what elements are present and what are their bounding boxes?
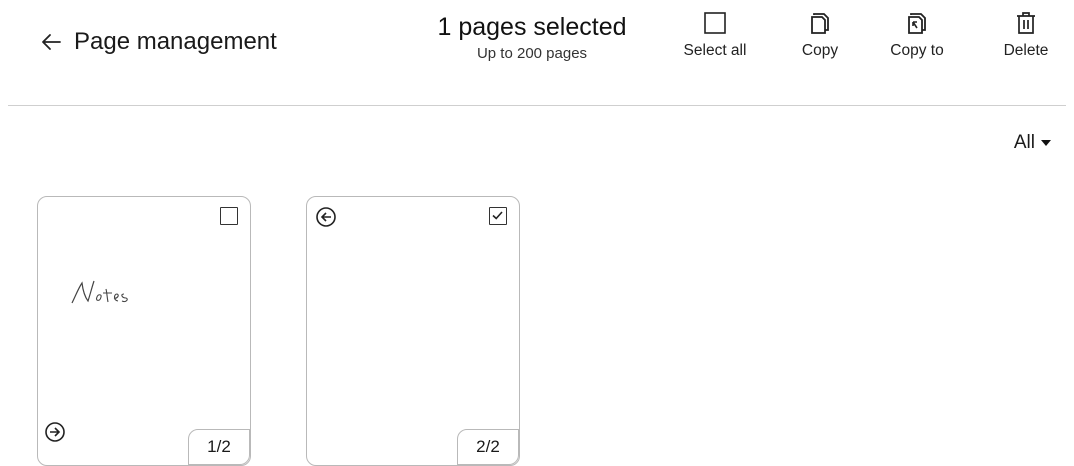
empty-checkbox-icon xyxy=(704,12,726,34)
copy-to-icon xyxy=(908,13,926,34)
page-number-badge: 1/2 xyxy=(188,429,250,465)
filter-dropdown[interactable]: All xyxy=(1014,132,1052,154)
header-divider xyxy=(8,105,1066,106)
page-number-badge: 2/2 xyxy=(457,429,519,465)
page-checkbox[interactable] xyxy=(220,207,238,225)
page-checkbox-checked[interactable] xyxy=(489,207,507,225)
next-page-arrow-icon[interactable] xyxy=(44,421,66,443)
checkmark-icon xyxy=(492,211,503,220)
copy-to-button[interactable]: Copy to xyxy=(882,10,952,70)
selection-count: 1 pages selected xyxy=(437,13,627,41)
select-all-button[interactable]: Select all xyxy=(676,10,754,70)
page-title: Page management xyxy=(74,28,277,55)
caret-down-icon xyxy=(1041,140,1051,146)
delete-button[interactable]: Delete xyxy=(995,10,1057,70)
copy-label: Copy xyxy=(801,42,839,59)
selection-limit: Up to 200 pages xyxy=(476,45,588,62)
copy-button[interactable]: Copy xyxy=(795,10,845,70)
copy-page-icon xyxy=(811,13,829,34)
selection-status: 1 pages selected Up to 200 pages xyxy=(424,12,640,64)
arrow-left-icon xyxy=(42,34,61,50)
previous-page-arrow-icon[interactable] xyxy=(315,206,337,228)
back-button[interactable]: Page management xyxy=(40,22,277,62)
page-thumbnail[interactable]: 2/2 xyxy=(306,196,520,466)
copy-to-label: Copy to xyxy=(890,42,944,59)
handwritten-notes xyxy=(71,280,128,304)
filter-label: All xyxy=(1013,132,1035,153)
delete-label: Delete xyxy=(1003,42,1049,59)
trash-icon xyxy=(1017,12,1035,34)
page-thumbnail[interactable]: 1/2 xyxy=(37,196,251,466)
select-all-label: Select all xyxy=(683,42,747,59)
